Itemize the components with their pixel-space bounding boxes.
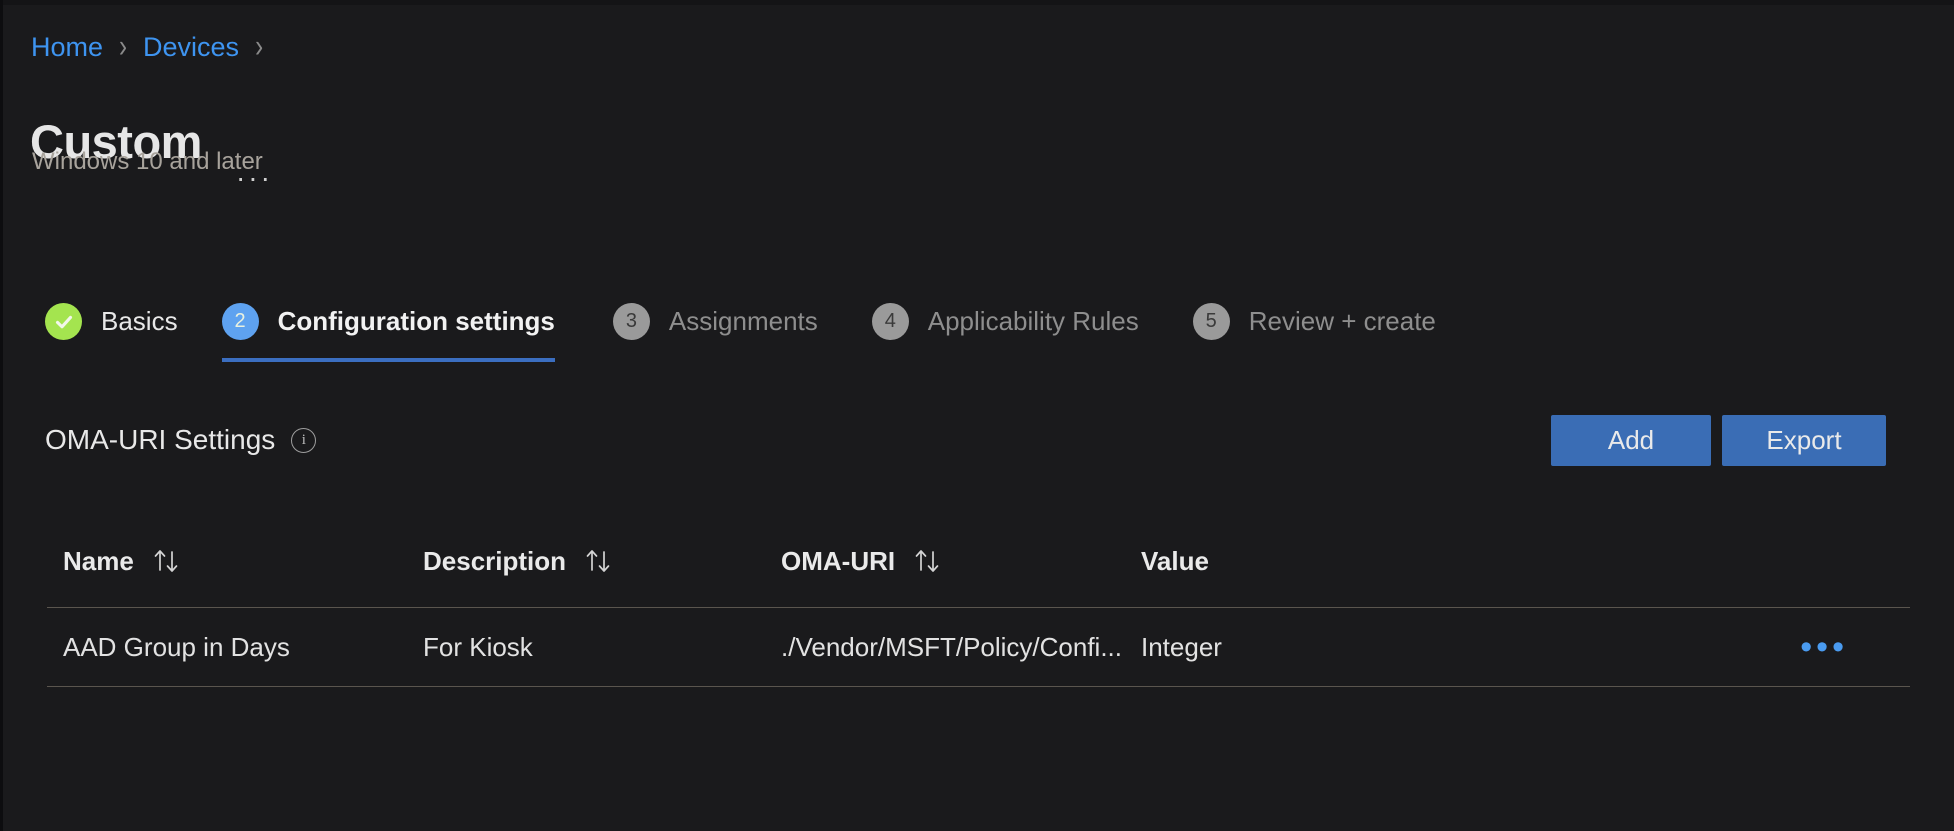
check-icon bbox=[45, 303, 82, 340]
column-header-oma-uri-label: OMA-URI bbox=[781, 546, 895, 577]
column-header-value[interactable]: Value bbox=[1125, 546, 1385, 577]
table-header-row: Name Description bbox=[47, 515, 1910, 607]
oma-uri-settings-table: Name Description bbox=[47, 515, 1910, 687]
column-header-description[interactable]: Description bbox=[407, 546, 765, 577]
tab-applicability-rules-label: Applicability Rules bbox=[928, 306, 1139, 337]
tab-review-create[interactable]: 5 Review + create bbox=[1193, 303, 1436, 362]
wizard-steps: Basics 2 Configuration settings 3 Assign… bbox=[45, 303, 1490, 362]
page-content: Home › Devices › Custom ··· Windows 10 a… bbox=[3, 5, 1954, 831]
info-icon[interactable]: i bbox=[291, 428, 316, 453]
cell-actions: ••• bbox=[1385, 638, 1910, 656]
tab-basics[interactable]: Basics bbox=[45, 303, 178, 362]
breadcrumb-separator-icon-2: › bbox=[255, 25, 263, 68]
action-buttons: Add Export bbox=[1551, 415, 1886, 466]
column-header-description-label: Description bbox=[423, 546, 566, 577]
step-number-badge-3: 3 bbox=[613, 303, 650, 340]
export-button[interactable]: Export bbox=[1722, 415, 1886, 466]
step-number-badge-4: 4 bbox=[872, 303, 909, 340]
add-button[interactable]: Add bbox=[1551, 415, 1711, 466]
step-number-badge-5: 5 bbox=[1193, 303, 1230, 340]
table-row[interactable]: AAD Group in Days For Kiosk ./Vendor/MSF… bbox=[47, 607, 1910, 687]
column-header-name-label: Name bbox=[63, 546, 134, 577]
tab-review-create-label: Review + create bbox=[1249, 306, 1436, 337]
cell-oma-uri: ./Vendor/MSFT/Policy/Confi... bbox=[765, 632, 1125, 663]
tab-basics-label: Basics bbox=[101, 306, 178, 337]
sort-icon-oma-uri[interactable] bbox=[912, 546, 946, 576]
sort-icon-description[interactable] bbox=[583, 546, 617, 576]
column-header-value-label: Value bbox=[1141, 546, 1209, 577]
cell-description: For Kiosk bbox=[407, 632, 765, 663]
tab-configuration-settings[interactable]: 2 Configuration settings bbox=[222, 303, 555, 362]
app-window: Home › Devices › Custom ··· Windows 10 a… bbox=[0, 0, 1954, 831]
column-header-oma-uri[interactable]: OMA-URI bbox=[765, 546, 1125, 577]
section-title-wrap: OMA-URI Settings i bbox=[45, 423, 316, 457]
section-header-row: OMA-URI Settings i Add Export bbox=[3, 415, 1954, 471]
breadcrumb-item-devices[interactable]: Devices bbox=[143, 31, 239, 63]
tab-configuration-settings-label: Configuration settings bbox=[278, 306, 555, 337]
cell-name: AAD Group in Days bbox=[47, 632, 407, 663]
page-subtitle: Windows 10 and later bbox=[32, 147, 263, 177]
tab-assignments[interactable]: 3 Assignments bbox=[613, 303, 818, 362]
breadcrumb-item-home[interactable]: Home bbox=[31, 31, 103, 63]
breadcrumb: Home › Devices › bbox=[31, 31, 279, 63]
section-title: OMA-URI Settings bbox=[45, 423, 275, 457]
row-more-options-icon[interactable]: ••• bbox=[1800, 638, 1848, 656]
breadcrumb-separator-icon: › bbox=[119, 25, 127, 68]
column-header-name[interactable]: Name bbox=[47, 546, 407, 577]
sort-icon-name[interactable] bbox=[151, 546, 185, 576]
tab-applicability-rules[interactable]: 4 Applicability Rules bbox=[872, 303, 1139, 362]
step-number-badge-2: 2 bbox=[222, 303, 259, 340]
tab-assignments-label: Assignments bbox=[669, 306, 818, 337]
cell-value: Integer bbox=[1125, 632, 1385, 663]
active-tab-underline bbox=[222, 358, 555, 362]
page-title-row: Custom ··· bbox=[30, 83, 273, 202]
